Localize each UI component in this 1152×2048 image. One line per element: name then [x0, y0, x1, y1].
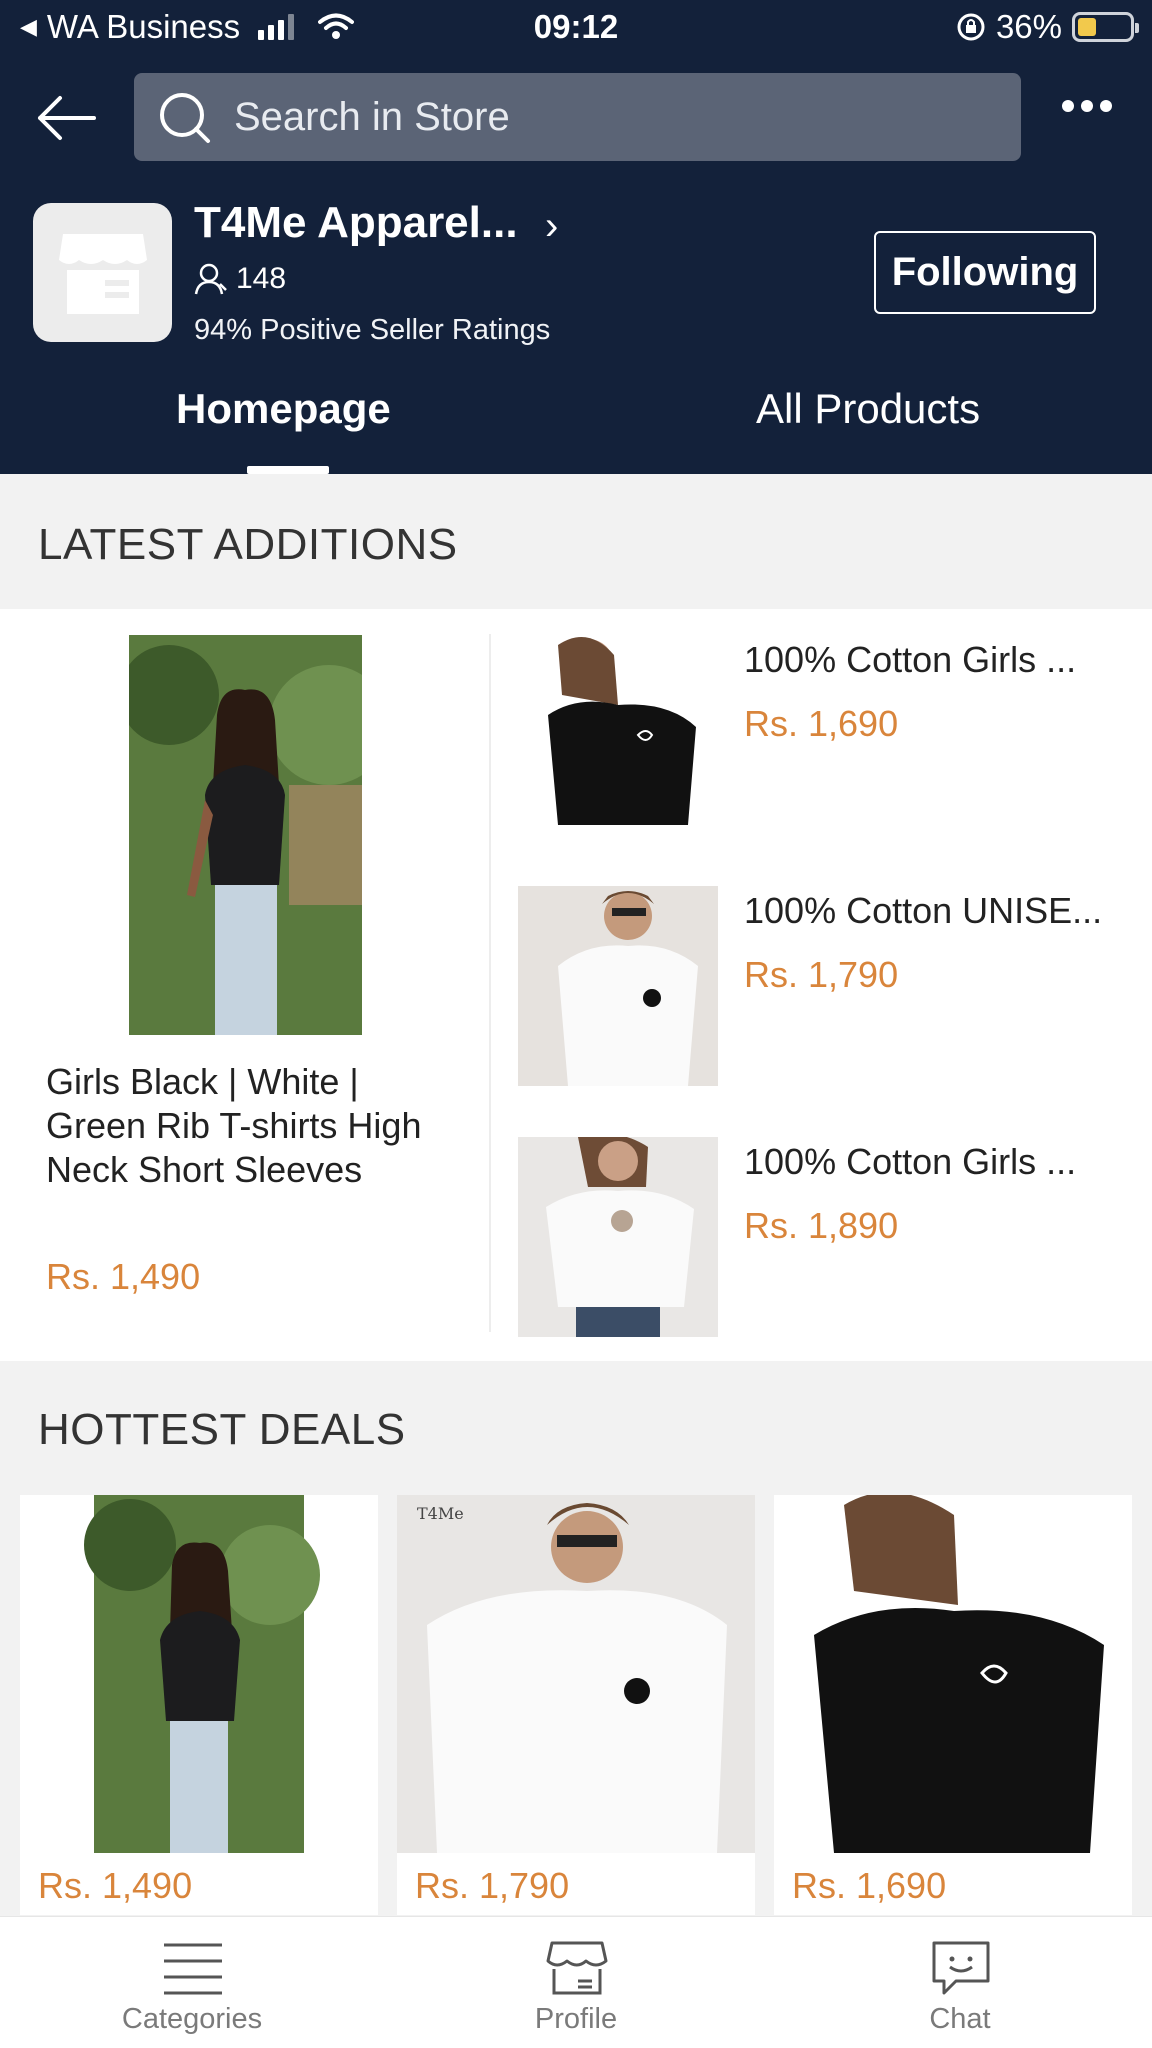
- nav-item-categories[interactable]: Categories: [0, 1917, 384, 2048]
- deal-card[interactable]: Rs. 1,690: [774, 1495, 1132, 1915]
- battery-percent: 36%: [995, 8, 1062, 45]
- store-icon: [546, 1941, 608, 1995]
- bottom-navigation: Categories Profile Chat: [0, 1916, 1152, 2048]
- featured-product-price: Rs. 1,490: [46, 1256, 201, 1297]
- product-thumbnail[interactable]: [518, 886, 718, 1086]
- nav-label: Chat: [929, 2003, 991, 2035]
- latest-divider: [489, 634, 491, 1332]
- product-price: Rs. 1,690: [744, 703, 899, 744]
- list-item[interactable]: 100% Cotton Girls ... Rs. 1,890: [518, 1137, 1128, 1337]
- followers-count: 148: [194, 262, 286, 296]
- chat-icon: [932, 1941, 990, 1995]
- list-item[interactable]: 100% Cotton UNISE... Rs. 1,790: [518, 886, 1128, 1086]
- store-header: ◀ WA Business 09:12 36% Search in Store …: [0, 0, 1152, 474]
- latest-additions-title: LATEST ADDITIONS: [38, 520, 458, 569]
- brand-watermark: T4Me: [417, 1504, 464, 1523]
- following-button[interactable]: Following: [874, 231, 1096, 314]
- seller-ratings: 94% Positive Seller Ratings: [194, 314, 551, 346]
- product-price: Rs. 1,890: [744, 1205, 899, 1246]
- list-item[interactable]: 100% Cotton Girls ... Rs. 1,690: [518, 635, 1128, 835]
- product-name[interactable]: 100% Cotton Girls ...: [744, 639, 1076, 681]
- product-thumbnail[interactable]: [518, 1137, 718, 1337]
- featured-product-image[interactable]: [129, 635, 362, 1035]
- store-name[interactable]: T4Me Apparel...: [194, 198, 518, 248]
- deal-card[interactable]: Rs. 1,490: [20, 1495, 378, 1915]
- chevron-right-icon[interactable]: ›: [545, 204, 558, 249]
- battery-fill: [1078, 18, 1096, 36]
- product-name[interactable]: 100% Cotton Girls ...: [744, 1141, 1076, 1183]
- followers-icon: [194, 263, 227, 295]
- back-arrow-icon[interactable]: [34, 90, 98, 146]
- categories-icon: [164, 1943, 222, 1995]
- deal-image[interactable]: [774, 1495, 1132, 1853]
- hottest-deals-title: HOTTEST DEALS: [38, 1405, 406, 1454]
- followers-value: 148: [236, 262, 287, 295]
- storefront-icon: [58, 233, 147, 314]
- deal-card[interactable]: T4Me Rs. 1,790: [397, 1495, 755, 1915]
- status-right: 36%: [956, 8, 1139, 46]
- nav-label: Categories: [121, 2003, 263, 2035]
- tab-all-products[interactable]: All Products: [756, 385, 980, 433]
- deal-image[interactable]: T4Me: [397, 1495, 755, 1853]
- nav-label: Profile: [534, 2003, 618, 2035]
- deal-price: Rs. 1,490: [38, 1865, 193, 1906]
- product-price: Rs. 1,790: [744, 954, 899, 995]
- nav-item-profile[interactable]: Profile: [384, 1917, 768, 2048]
- product-thumbnail[interactable]: [518, 635, 718, 835]
- active-tab-indicator: [247, 466, 329, 474]
- deal-price: Rs. 1,790: [415, 1865, 570, 1906]
- tab-homepage[interactable]: Homepage: [176, 385, 391, 433]
- deal-image[interactable]: [20, 1495, 378, 1853]
- status-bar: ◀ WA Business 09:12 36%: [0, 0, 1152, 58]
- rotation-lock-icon: [957, 13, 985, 41]
- product-name[interactable]: 100% Cotton UNISE...: [744, 890, 1102, 932]
- store-logo[interactable]: [33, 203, 172, 342]
- more-options-icon[interactable]: [1062, 100, 1112, 112]
- store-search-bar[interactable]: [134, 73, 1021, 161]
- search-icon: [160, 93, 210, 143]
- deal-price: Rs. 1,690: [792, 1865, 947, 1906]
- featured-product-name[interactable]: Girls Black | White | Green Rib T-shirts…: [46, 1060, 446, 1192]
- battery-icon: [1072, 12, 1139, 42]
- search-input[interactable]: [234, 94, 1021, 140]
- nav-item-chat[interactable]: Chat: [768, 1917, 1152, 2048]
